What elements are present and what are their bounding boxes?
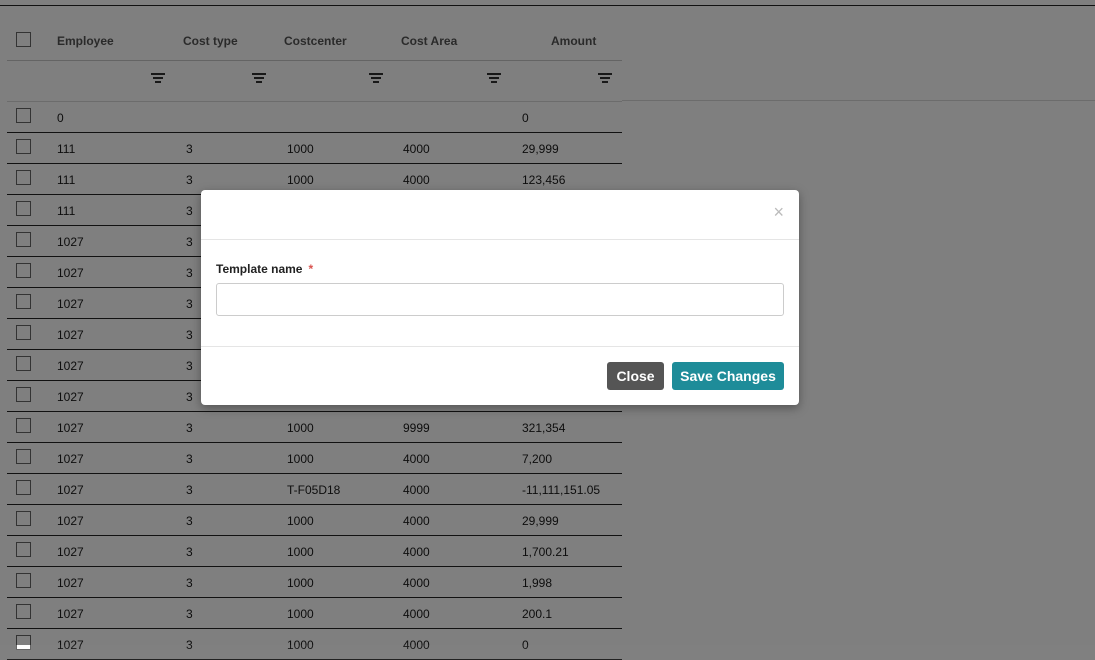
template-name-label: Template name * bbox=[216, 262, 313, 276]
dialog-body: Template name * bbox=[201, 240, 799, 347]
close-icon[interactable]: × bbox=[773, 203, 784, 221]
close-button[interactable]: Close bbox=[607, 362, 664, 390]
template-dialog: × Template name * Close Save Changes bbox=[201, 190, 799, 405]
template-name-label-text: Template name bbox=[216, 262, 303, 276]
dialog-header: × bbox=[201, 190, 799, 240]
save-changes-button[interactable]: Save Changes bbox=[672, 362, 784, 390]
template-name-input[interactable] bbox=[216, 283, 784, 316]
required-asterisk: * bbox=[308, 262, 314, 276]
